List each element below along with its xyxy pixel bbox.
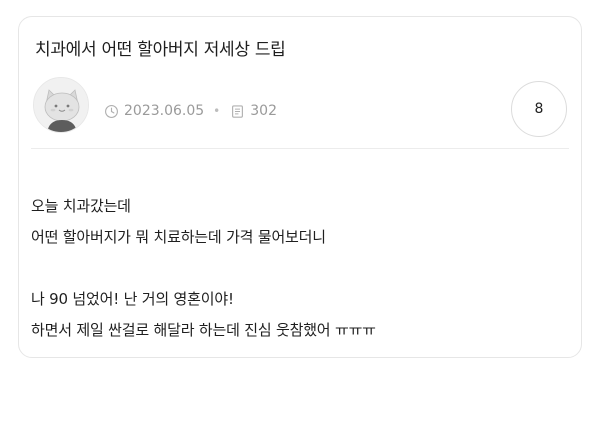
body-blank-line bbox=[31, 253, 376, 284]
post-views: 302 bbox=[250, 103, 277, 119]
post-body: 오늘 치과갔는데 어떤 할아버지가 뭐 치료하는데 가격 물어보더니 나 90 … bbox=[31, 191, 376, 346]
post-card: 치과에서 어떤 할아버지 저세상 드립 2023.06.05 • 302 8 오… bbox=[18, 16, 582, 358]
body-line: 하면서 제일 싼걸로 해달라 하는데 진심 웃참했어 ㅠㅠㅠ bbox=[31, 321, 376, 339]
divider bbox=[31, 148, 569, 149]
meta-separator: • bbox=[213, 104, 221, 118]
body-line: 오늘 치과갔는데 bbox=[31, 197, 131, 215]
document-icon bbox=[229, 103, 245, 119]
post-title: 치과에서 어떤 할아버지 저세상 드립 bbox=[35, 40, 286, 60]
cat-avatar-icon bbox=[34, 78, 88, 132]
clock-icon bbox=[103, 103, 119, 119]
post-date: 2023.06.05 bbox=[124, 103, 205, 119]
body-line: 나 90 넘었어! 난 거의 영혼이야! bbox=[31, 290, 234, 308]
post-meta: 2023.06.05 • 302 bbox=[103, 103, 277, 119]
comment-count-button[interactable]: 8 bbox=[511, 81, 567, 137]
comment-count-label: 8 bbox=[534, 101, 544, 117]
author-avatar[interactable] bbox=[33, 77, 89, 133]
body-line: 어떤 할아버지가 뭐 치료하는데 가격 물어보더니 bbox=[31, 228, 326, 246]
